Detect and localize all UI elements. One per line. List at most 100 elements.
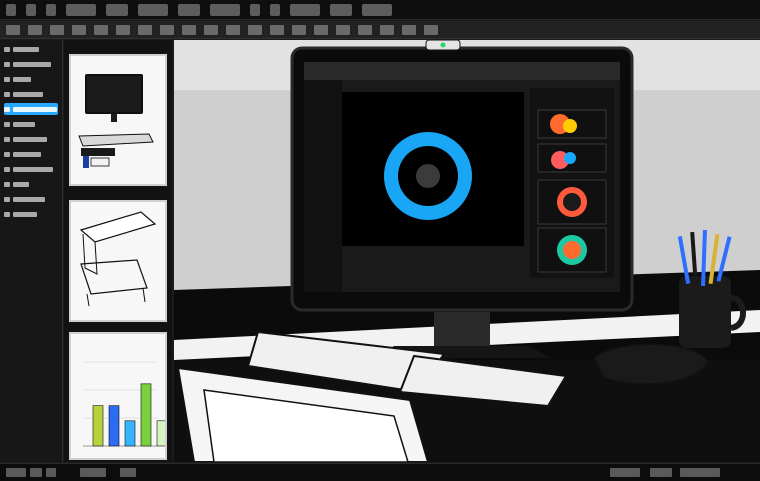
tool-icon[interactable]: [94, 24, 108, 35]
status-chip: [46, 468, 56, 477]
status-chip: [650, 468, 672, 477]
menu-item[interactable]: [138, 3, 168, 16]
tool-icon[interactable]: [336, 24, 350, 35]
status-bar: [0, 463, 760, 481]
mini-bar: [156, 420, 168, 447]
desk-top-sketch: [79, 211, 157, 243]
tool-icon[interactable]: [50, 24, 64, 35]
thumbnail-monitor-sketch[interactable]: [69, 54, 167, 186]
toolbar: [0, 21, 760, 39]
mini-bar: [124, 420, 136, 447]
thumbnail-panel: [64, 40, 172, 462]
mini-bar: [92, 405, 104, 447]
sidebar-item-label: [13, 166, 53, 172]
ring-center: [416, 164, 440, 188]
menu-item[interactable]: [46, 3, 56, 16]
sidebar-item-label: [13, 196, 45, 202]
thumbnail-bar-chart[interactable]: [69, 332, 168, 460]
sidebar-item[interactable]: [4, 193, 58, 205]
sidebar-item[interactable]: [4, 88, 58, 100]
status-chip: [6, 468, 26, 477]
sidebar-item[interactable]: [4, 148, 58, 160]
sidebar-item-icon: [4, 136, 10, 142]
monitor-sketch-inner: [87, 76, 141, 112]
tool-icon[interactable]: [116, 24, 130, 35]
sidebar-item[interactable]: [4, 103, 58, 115]
menu-item[interactable]: [250, 3, 260, 16]
monitor-sketch-stand: [111, 114, 117, 122]
menu-item[interactable]: [26, 3, 36, 16]
desk-shelf-sketch: [80, 259, 148, 295]
app-left-panel: [304, 80, 342, 292]
sidebar-item-label: [13, 121, 35, 127]
sidebar-item-label: [13, 46, 39, 52]
menu-item[interactable]: [210, 3, 240, 16]
sidebar-item-icon: [4, 166, 10, 172]
monitor-neck: [434, 312, 490, 346]
menu-item[interactable]: [330, 3, 352, 16]
blob-blue: [564, 152, 576, 164]
sidebar-item-label: [13, 151, 41, 157]
tool-icon[interactable]: [424, 24, 438, 35]
tool-icon[interactable]: [72, 24, 86, 35]
sidebar-item[interactable]: [4, 58, 58, 70]
tool-icon[interactable]: [226, 24, 240, 35]
tool-icon[interactable]: [204, 24, 218, 35]
thumbnail-desk-sketch[interactable]: [69, 200, 167, 322]
sidebar-item-icon: [4, 151, 10, 157]
blob-yellow: [563, 119, 577, 133]
menu-item[interactable]: [270, 3, 280, 16]
tool-icon[interactable]: [138, 24, 152, 35]
tool-icon[interactable]: [314, 24, 328, 35]
status-chip: [80, 468, 106, 477]
tool-icon[interactable]: [292, 24, 306, 35]
tool-icon[interactable]: [380, 24, 394, 35]
menu-item[interactable]: [6, 3, 16, 16]
tool-icon[interactable]: [270, 24, 284, 35]
sidebar-item-icon: [4, 211, 10, 217]
tool-icon[interactable]: [358, 24, 372, 35]
app-topbar: [304, 62, 620, 80]
tool-icon[interactable]: [402, 24, 416, 35]
tool-icon[interactable]: [248, 24, 262, 35]
illustration-stage: [174, 40, 760, 462]
sidebar-item-label: [13, 91, 43, 97]
menu-item[interactable]: [66, 3, 96, 16]
sidebar-item[interactable]: [4, 118, 58, 130]
tool-icon[interactable]: [160, 24, 174, 35]
menu-item[interactable]: [290, 3, 320, 16]
menu-item[interactable]: [178, 3, 200, 16]
layers-sidebar: [0, 40, 63, 462]
sidebar-item[interactable]: [4, 43, 58, 55]
tool-icon[interactable]: [182, 24, 196, 35]
tool-icon[interactable]: [28, 24, 42, 35]
tool-icon[interactable]: [6, 24, 20, 35]
sidebar-item-icon: [4, 61, 10, 67]
blob-center: [563, 193, 581, 211]
sidebar-item-icon: [4, 46, 10, 52]
pencil-cup: [679, 276, 731, 348]
status-chip: [680, 468, 720, 477]
status-chip: [120, 468, 136, 477]
sidebar-item[interactable]: [4, 163, 58, 175]
keyboard-sketch: [78, 133, 154, 147]
desk-foot-sketch: [86, 287, 146, 307]
sidebar-item-label: [13, 76, 31, 82]
menu-item[interactable]: [362, 3, 392, 16]
sidebar-item-icon: [4, 121, 10, 127]
sidebar-item-label: [13, 181, 29, 187]
sidebar-item[interactable]: [4, 133, 58, 145]
sidebar-item-label: [13, 211, 37, 217]
menu-bar: [0, 0, 760, 20]
sidebar-item[interactable]: [4, 178, 58, 190]
sidebar-item[interactable]: [4, 208, 58, 220]
tray-sketch: [81, 148, 115, 156]
sidebar-item-icon: [4, 196, 10, 202]
sidebar-item-icon: [4, 91, 10, 97]
status-chip: [30, 468, 42, 477]
sidebar-item-label: [13, 106, 57, 112]
sidebar-item-icon: [4, 106, 10, 112]
menu-item[interactable]: [106, 3, 128, 16]
webcam-led: [440, 42, 446, 48]
sidebar-item[interactable]: [4, 73, 58, 85]
